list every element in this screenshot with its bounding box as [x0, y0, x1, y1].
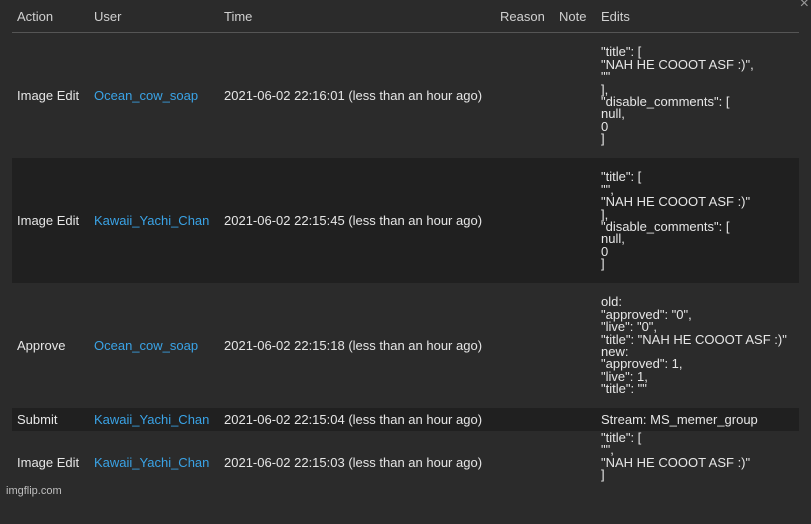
edit-line: ]: [601, 131, 605, 147]
edit-line: "NAH HE COOOT ASF :)": [601, 194, 751, 210]
reason-cell: [495, 431, 554, 524]
action-cell: Approve: [12, 283, 89, 408]
time-cell: 2021-06-02 22:15:18 (less than an hour a…: [219, 283, 495, 408]
edit-line: "title": [: [601, 431, 642, 445]
edits-cell: old: "approved": "0", "live": "0", "title":…: [596, 283, 799, 408]
action-cell: Image Edit: [12, 32, 89, 158]
reason-cell: [495, 283, 554, 408]
edit-line: Stream: MS_memer_group: [601, 411, 758, 427]
time-cell: 2021-06-02 22:15:03 (less than an hour a…: [219, 431, 495, 524]
reason-cell: [495, 158, 554, 283]
table-row: Image Edit Ocean_cow_soap 2021-06-02 22:…: [12, 32, 799, 158]
user-link[interactable]: Ocean_cow_soap: [89, 283, 219, 408]
table-row: Image Edit Kawaii_Yachi_Chan 2021-06-02 …: [12, 158, 799, 283]
user-link[interactable]: Kawaii_Yachi_Chan: [89, 431, 219, 524]
edits-lines: old: "approved": "0", "live": "0", "title":…: [601, 295, 799, 395]
user-link[interactable]: Kawaii_Yachi_Chan: [89, 158, 219, 283]
edit-line: ]: [601, 256, 605, 272]
time-cell: 2021-06-02 22:15:45 (less than an hour a…: [219, 158, 495, 283]
reason-cell: [495, 408, 554, 431]
action-cell: Submit: [12, 408, 89, 431]
edit-line: ]: [601, 467, 605, 483]
edits-lines: "title": ["", "NAH HE COOOT ASF :)"]: [601, 431, 799, 482]
note-cell: [554, 408, 596, 431]
moderation-log: Action User Time Reason Note Edits Image…: [12, 0, 799, 524]
reason-cell: [495, 32, 554, 158]
edit-line: null,: [601, 231, 625, 247]
table-row: Image Edit Kawaii_Yachi_Chan 2021-06-02 …: [12, 431, 799, 524]
edit-line: "": [601, 69, 611, 85]
table-row: Submit Kawaii_Yachi_Chan 2021-06-02 22:1…: [12, 408, 799, 431]
edits-lines: "title": ["", "NAH HE COOOT ASF :)"], "dis…: [601, 170, 799, 270]
edit-line: "title": "": [601, 381, 647, 397]
edits-lines: "title": ["NAH HE COOOT ASF :)", ""], "dis…: [601, 45, 799, 145]
edit-line: 0: [601, 118, 609, 134]
edit-line: "title": [: [601, 169, 642, 185]
edit-line: null,: [601, 106, 625, 122]
note-cell: [554, 158, 596, 283]
edits-cell: Stream: MS_memer_group: [596, 408, 799, 431]
user-link[interactable]: Ocean_cow_soap: [89, 32, 219, 158]
note-cell: [554, 283, 596, 408]
header-reason[interactable]: Reason: [495, 0, 554, 33]
table-row: Approve Ocean_cow_soap 2021-06-02 22:15:…: [12, 283, 799, 408]
action-cell: Image Edit: [12, 158, 89, 283]
header-edits[interactable]: Edits: [596, 0, 799, 33]
header-row: Action User Time Reason Note Edits: [12, 0, 799, 33]
edit-line: "NAH HE COOOT ASF :)",: [601, 56, 754, 72]
close-icon[interactable]: ×: [800, 0, 809, 12]
edit-line: "NAH HE COOOT ASF :)": [601, 454, 751, 470]
time-cell: 2021-06-02 22:15:04 (less than an hour a…: [219, 408, 495, 431]
edit-line: "disable_comments": [: [601, 219, 730, 234]
edits-cell: "title": ["NAH HE COOOT ASF :)", ""], "dis…: [596, 32, 799, 158]
edits-cell: "title": ["", "NAH HE COOOT ASF :)"]: [596, 431, 799, 524]
header-note[interactable]: Note: [554, 0, 596, 33]
header-action[interactable]: Action: [12, 0, 89, 33]
note-cell: [554, 32, 596, 158]
edits-cell: "title": ["", "NAH HE COOOT ASF :)"], "dis…: [596, 158, 799, 283]
time-cell: 2021-06-02 22:16:01 (less than an hour a…: [219, 32, 495, 158]
edit-line: "title": "NAH HE COOOT ASF :)": [601, 331, 787, 347]
log-table: Action User Time Reason Note Edits Image…: [12, 0, 799, 524]
action-cell: Image Edit: [12, 431, 89, 524]
header-user[interactable]: User: [89, 0, 219, 33]
edits-lines: Stream: MS_memer_group: [601, 413, 799, 426]
user-link[interactable]: Kawaii_Yachi_Chan: [89, 408, 219, 431]
edit-line: 0: [601, 243, 609, 259]
header-time[interactable]: Time: [219, 0, 495, 33]
edit-line: "disable_comments": [: [601, 94, 730, 109]
imgflip-watermark: imgflip.com: [6, 485, 62, 497]
note-cell: [554, 431, 596, 524]
